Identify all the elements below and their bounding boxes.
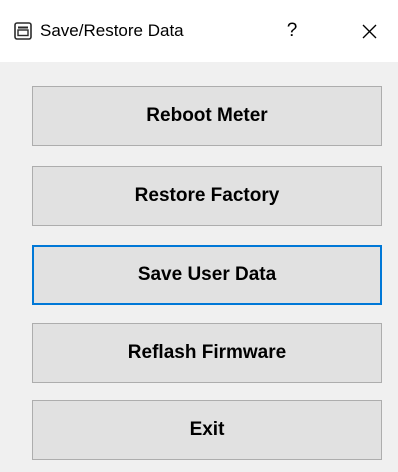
exit-button[interactable]: Exit bbox=[32, 400, 382, 460]
window-title: Save/Restore Data bbox=[40, 21, 184, 40]
title-bar[interactable]: Save/Restore Data ? bbox=[0, 0, 398, 62]
window-app-icon bbox=[14, 22, 32, 40]
close-icon bbox=[362, 24, 377, 39]
help-button[interactable]: ? bbox=[276, 16, 308, 46]
close-button[interactable] bbox=[352, 16, 386, 46]
reflash-firmware-button[interactable]: Reflash Firmware bbox=[32, 323, 382, 383]
reboot-meter-button[interactable]: Reboot Meter bbox=[32, 86, 382, 146]
save-user-data-button[interactable]: Save User Data bbox=[32, 245, 382, 305]
restore-factory-button[interactable]: Restore Factory bbox=[32, 166, 382, 226]
